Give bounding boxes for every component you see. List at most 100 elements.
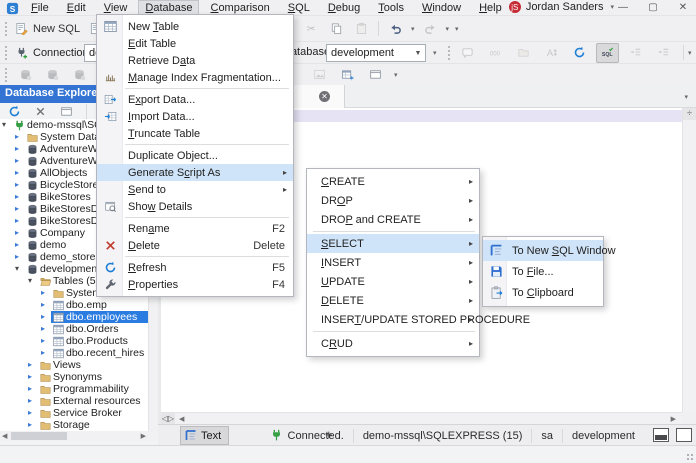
dropdown-caret-icon[interactable]: ▾ <box>453 25 461 33</box>
chevron-right-icon[interactable]: ▸ <box>15 131 19 143</box>
menu-item-to-clipboard[interactable]: To Clipboard <box>483 282 603 303</box>
menubar-item-sql[interactable]: SQL <box>281 0 317 15</box>
format-sql-button[interactable]: SQL <box>596 43 619 63</box>
explorer-close-button[interactable] <box>31 101 50 121</box>
new-sql-button[interactable]: New SQL <box>10 19 84 39</box>
dropdown-caret-icon[interactable]: ▾ <box>409 25 417 33</box>
scrollbar-splitter-handle[interactable]: ◁▷ <box>161 413 175 424</box>
copy-button[interactable] <box>325 19 348 39</box>
database-combo[interactable]: development▼ <box>326 44 426 62</box>
menu-item-properties[interactable]: PropertiesF4 <box>97 276 293 293</box>
tree-item-dbo-orders[interactable]: ▸dbo.Orders <box>0 323 148 335</box>
menubar-item-comparison[interactable]: Comparison <box>203 0 276 15</box>
menu-item-select[interactable]: SELECT▸ <box>307 234 479 253</box>
chevron-right-icon[interactable]: ▸ <box>41 335 45 347</box>
chevron-right-icon[interactable]: ▸ <box>15 215 19 227</box>
tree-item-programmability[interactable]: ▸Programmability <box>0 383 148 395</box>
chevron-right-icon[interactable]: ▸ <box>41 299 45 311</box>
chevron-right-icon[interactable]: ▸ <box>15 191 19 203</box>
menu-item-insert[interactable]: INSERT▸ <box>307 253 479 272</box>
scroll-right-icon[interactable]: ▶ <box>141 432 146 440</box>
menu-item-duplicate-object-[interactable]: Duplicate Object... <box>97 147 293 164</box>
text-view-tab[interactable]: Text <box>180 426 229 445</box>
menu-item-insert-update-stored-procedure[interactable]: INSERT/UPDATE STORED PROCEDURE▸ <box>307 310 479 329</box>
chevron-right-icon[interactable]: ▸ <box>41 347 45 359</box>
tree-item-dbo-recent-hires[interactable]: ▸dbo.recent_hires <box>0 347 148 359</box>
chevron-right-icon[interactable]: ▸ <box>15 167 19 179</box>
menubar-item-database[interactable]: Database <box>138 0 199 15</box>
menu-item-drop-and-create[interactable]: DROP and CREATE▸ <box>307 210 479 229</box>
menubar-item-edit[interactable]: Edit <box>60 0 93 15</box>
chevron-right-icon[interactable]: ▸ <box>15 239 19 251</box>
tree-item-external-resources[interactable]: ▸External resources <box>0 395 148 407</box>
layout-single-button[interactable] <box>676 428 692 442</box>
menu-item-truncate-table[interactable]: Truncate Table <box>97 125 293 142</box>
tab-close-icon[interactable]: ✕ <box>319 91 330 102</box>
chevron-right-icon[interactable]: ▸ <box>28 383 32 395</box>
tree-item-dbo-products[interactable]: ▸dbo.Products <box>0 335 148 347</box>
editor-vertical-scrollbar[interactable]: ÷ ▲ <box>682 108 696 412</box>
menubar-item-tools[interactable]: Tools <box>371 0 411 15</box>
refresh-button[interactable] <box>568 43 591 63</box>
menu-item-generate-script-as[interactable]: Generate Script As▸ <box>97 164 293 181</box>
chevron-right-icon[interactable]: ▸ <box>15 179 19 191</box>
menu-item-send-to[interactable]: Send to▸ <box>97 181 293 198</box>
menu-item-create[interactable]: CREATE▸ <box>307 172 479 191</box>
menubar-item-window[interactable]: Window <box>415 0 468 15</box>
chevron-right-icon[interactable]: ▸ <box>28 395 32 407</box>
tree-item-synonyms[interactable]: ▸Synonyms <box>0 371 148 383</box>
layout-split-button[interactable] <box>653 428 669 442</box>
tree-item-storage[interactable]: ▸Storage <box>0 419 148 431</box>
chevron-right-icon[interactable]: ▸ <box>15 227 19 239</box>
menubar-item-help[interactable]: Help <box>472 0 509 15</box>
chevron-right-icon[interactable]: ▸ <box>15 251 19 263</box>
toolbar-grip[interactable] <box>4 21 8 36</box>
menubar-item-debug[interactable]: Debug <box>321 0 367 15</box>
menu-item-update[interactable]: UPDATE▸ <box>307 272 479 291</box>
chevron-right-icon[interactable]: ▸ <box>28 407 32 419</box>
chevron-right-icon[interactable]: ▸ <box>15 155 19 167</box>
menu-item-crud[interactable]: CRUD▸ <box>307 334 479 353</box>
chevron-right-icon[interactable]: ▸ <box>15 143 19 155</box>
close-button[interactable]: ✕ <box>672 1 694 14</box>
tree-horizontal-scrollbar[interactable]: ◀ ▶ <box>0 431 158 441</box>
tree-item-service-broker[interactable]: ▸Service Broker <box>0 407 148 419</box>
chevron-right-icon[interactable]: ▸ <box>15 203 19 215</box>
toolbar-grip[interactable] <box>447 45 451 60</box>
menu-item-refresh[interactable]: RefreshF5 <box>97 259 293 276</box>
explorer-window-button[interactable] <box>57 101 76 121</box>
toolbar-overflow-caret-icon[interactable]: ▾ <box>686 49 694 57</box>
new-object-button[interactable]: ✶ <box>336 65 359 85</box>
explorer-refresh-button[interactable] <box>5 101 24 121</box>
chevron-right-icon[interactable]: ▸ <box>41 311 45 323</box>
menu-item-to-new-sql-window[interactable]: To New SQL Window <box>483 240 603 261</box>
window-view-button[interactable] <box>364 65 387 85</box>
chevron-down-icon[interactable]: ▾ <box>15 263 19 275</box>
chevron-down-icon[interactable]: ▾ <box>2 119 6 131</box>
menu-item-drop[interactable]: DROP▸ <box>307 191 479 210</box>
tree-item-dbo-emp[interactable]: ▸dbo.emp <box>0 299 148 311</box>
dropdown-caret-icon[interactable]: ▾ <box>392 71 400 79</box>
maximize-button[interactable]: ▢ <box>642 1 664 14</box>
menubar-item-file[interactable]: File <box>24 0 56 15</box>
chevron-right-icon[interactable]: ▸ <box>28 359 32 371</box>
menu-item-to-file-[interactable]: To File... <box>483 261 603 282</box>
database-split-caret-icon[interactable]: ▾ <box>431 49 439 57</box>
toolbar-grip[interactable] <box>4 45 8 60</box>
menu-item-delete[interactable]: DeleteDelete <box>97 237 293 254</box>
menubar-item-view[interactable]: View <box>97 0 135 15</box>
tree-item-dbo-employees[interactable]: ▸dbo.employees <box>0 311 148 323</box>
menu-item-new-table[interactable]: New Table <box>97 18 293 35</box>
menu-item-import-data-[interactable]: Import Data... <box>97 108 293 125</box>
menu-item-retrieve-data[interactable]: Retrieve Data <box>97 52 293 69</box>
menu-item-delete[interactable]: DELETE▸ <box>307 291 479 310</box>
scroll-left-icon[interactable]: ◀ <box>179 415 184 423</box>
chevron-down-icon[interactable]: ▾ <box>28 275 32 287</box>
scroll-left-icon[interactable]: ◀ <box>2 432 7 440</box>
undo-button[interactable] <box>384 19 407 39</box>
user-account[interactable]: jS Jordan Sanders ▾ <box>509 1 616 13</box>
scrollbar-splitter-handle[interactable]: ÷ <box>683 108 696 120</box>
menu-item-edit-table[interactable]: Edit Table <box>97 35 293 52</box>
scroll-right-icon[interactable]: ▶ <box>671 415 676 423</box>
chevron-right-icon[interactable]: ▸ <box>41 287 45 299</box>
